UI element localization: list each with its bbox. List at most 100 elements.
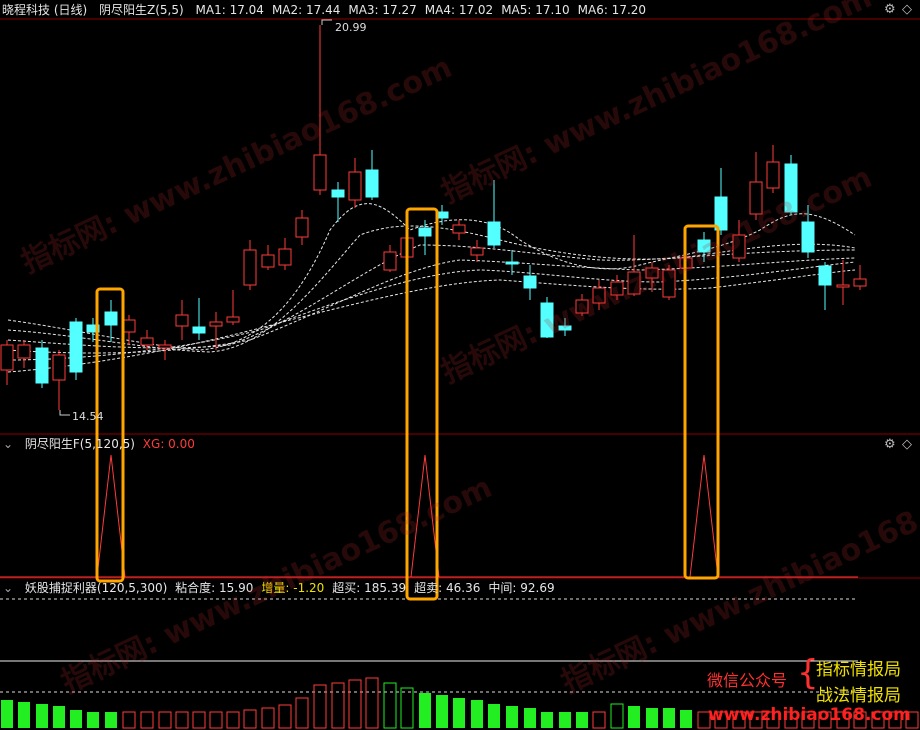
signal-spike [689, 454, 719, 578]
candle [35, 340, 49, 388]
collapse-icon[interactable]: ⌄ [3, 581, 13, 595]
signal-highlight-box [405, 207, 439, 601]
candle [766, 145, 780, 193]
volume-bar [295, 697, 309, 729]
volume-bar [348, 679, 362, 729]
signal-spike [410, 454, 440, 578]
sub1-expand-button[interactable]: ◇ [902, 437, 912, 452]
indicator-title: 阴尽阳生Z(5,5) [99, 3, 184, 17]
volume-bar [646, 708, 658, 728]
sub2-value-4: 超卖: 46.36 [414, 581, 481, 595]
volume-bar [610, 703, 624, 729]
candle [175, 300, 189, 340]
volume-bar [278, 704, 292, 729]
signal-indicator-panel [0, 454, 858, 578]
volume-bar [331, 682, 345, 729]
candle [540, 297, 554, 338]
sub2-value-3: 超买: 185.39 [332, 581, 407, 595]
candle [575, 294, 589, 316]
candle [104, 300, 118, 342]
candle [645, 262, 659, 292]
ma-values: MA1: 17.04 MA2: 17.44 MA3: 17.27 MA4: 17.02… [196, 3, 655, 17]
volume-bar [541, 712, 553, 728]
candle [418, 220, 432, 255]
volume-bar [524, 708, 536, 728]
ma-value-4: MA4: 17.02 [424, 3, 494, 17]
promo-site: www.zhibiao168.com [708, 705, 911, 725]
ma-value-5: MA5: 17.10 [501, 3, 570, 17]
price-annotations: 20.99 14.54 [59, 19, 367, 423]
volume-bar [365, 677, 379, 729]
volume-bar [400, 687, 414, 729]
candle [17, 340, 31, 368]
collapse-icon[interactable]: ⌄ [3, 437, 13, 451]
candle [348, 158, 362, 208]
volume-bar [680, 710, 692, 728]
volume-bar [383, 682, 397, 729]
volume-bar [70, 710, 82, 728]
sub1-name: 阴尽阳生F(5,120,5) [24, 437, 135, 451]
volume-bar [663, 708, 675, 728]
high-price-label: 20.99 [335, 21, 367, 34]
ma-line-2 [7, 225, 856, 353]
candle [784, 155, 798, 215]
candle [69, 318, 83, 380]
stock-title: 晓程科技 (日线) [2, 3, 88, 17]
volume-bar [313, 684, 327, 729]
sub1-header: ⌄ 阴尽阳生F(5,120,5) XG: 0.00 [3, 435, 203, 453]
ma-line-3 [7, 244, 856, 349]
sub2-header: ⌄ 妖股捕捉利器(120,5,300) 粘合度: 15.90 增量: -1.20 超… [3, 579, 571, 597]
volume-bar [576, 712, 588, 728]
signal-spike [96, 454, 126, 578]
volume-bar [18, 702, 30, 728]
candle [558, 318, 572, 336]
candle [140, 330, 154, 350]
candle [662, 265, 676, 300]
volume-bar [559, 712, 571, 728]
sub2-value-1: 粘合度: 15.90 [175, 581, 254, 595]
candle [261, 245, 275, 270]
ma-value-2: MA2: 17.44 [271, 3, 341, 17]
candle [627, 235, 641, 296]
volume-bar [87, 712, 99, 728]
ma-value-1: MA1: 17.04 [195, 3, 264, 17]
low-price-label: 14.54 [72, 410, 104, 423]
volume-bar [419, 693, 431, 728]
candle [0, 340, 14, 385]
volume-bar [436, 695, 448, 728]
candle [697, 232, 711, 262]
candle [209, 312, 223, 350]
sub2-value-2: 增量: -1.20 [261, 581, 325, 595]
volume-bar [592, 711, 606, 729]
candle [610, 275, 624, 300]
expand-button[interactable]: ◇ [902, 2, 912, 17]
stock-chart[interactable]: 20.99 14.54 [0, 0, 920, 730]
volume-bar [192, 711, 206, 729]
promo-line2: 战法情报局 [816, 686, 901, 706]
low-pointer [59, 410, 70, 416]
sub2-value-5: 中间: 92.69 [488, 581, 555, 595]
candle [295, 210, 309, 245]
ma-value-6: MA6: 17.20 [577, 3, 647, 17]
sub1-settings-button[interactable]: ⚙ [884, 437, 896, 452]
candle [523, 265, 537, 300]
candle [226, 290, 240, 325]
candle [592, 280, 606, 310]
volume-bar [36, 704, 48, 728]
sub2-name: 妖股捕捉利器(120,5,300) [24, 581, 168, 595]
settings-button[interactable]: ⚙ [884, 2, 896, 17]
candle [383, 245, 397, 272]
sub1-xg-value: XG: 0.00 [142, 437, 195, 451]
candle [732, 220, 746, 262]
candle [331, 182, 345, 222]
ma-line-4 [7, 257, 856, 354]
volume-bar [488, 704, 500, 728]
volume-bar [105, 712, 117, 728]
sub2-values: 粘合度: 15.90 增量: -1.20 超买: 185.39 超卖: 46.36 中间… [175, 581, 562, 595]
candle [470, 240, 484, 262]
candle [801, 205, 815, 258]
candle [487, 180, 501, 248]
high-pointer [321, 19, 332, 25]
volume-bar [453, 698, 465, 728]
candle [749, 152, 763, 220]
